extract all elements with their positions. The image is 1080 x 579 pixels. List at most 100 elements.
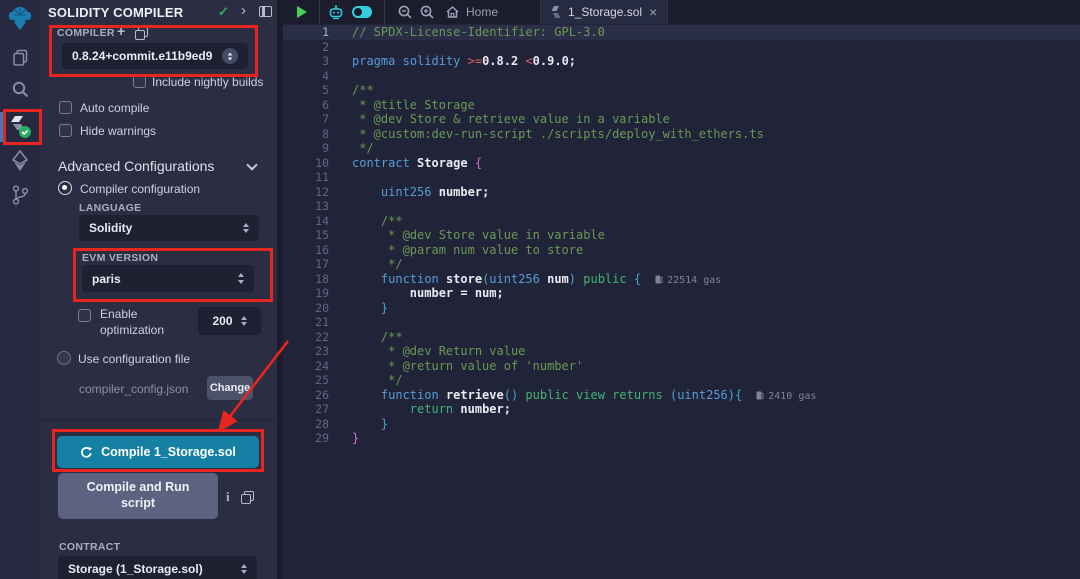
zoom-out-icon[interactable]: [397, 0, 413, 24]
select-stepper-icon: [222, 48, 238, 64]
optimization-runs-value: 200: [212, 314, 232, 328]
line-number: 14: [283, 214, 329, 229]
tab-1-storage-sol[interactable]: 1_Storage.sol ×: [541, 0, 667, 24]
code-line[interactable]: 14 /**: [283, 214, 1080, 229]
copy-script-icon[interactable]: [241, 491, 253, 503]
select-stepper-icon: [241, 564, 247, 575]
line-number: 7: [283, 112, 329, 127]
file-explorer-icon[interactable]: [0, 48, 40, 67]
code-line[interactable]: 9 */: [283, 141, 1080, 156]
hide-warnings-checkbox[interactable]: [59, 124, 72, 137]
evm-version-label: EVM VERSION: [82, 252, 158, 264]
code-line[interactable]: 12 uint256 number;: [283, 185, 1080, 200]
compile-and-run-button[interactable]: Compile and Run script: [58, 473, 218, 519]
panel-title: SOLIDITY COMPILER: [48, 5, 183, 20]
use-config-file-radio[interactable]: [57, 351, 71, 365]
code-line[interactable]: 4: [283, 69, 1080, 84]
change-config-button[interactable]: Change: [207, 376, 253, 400]
line-number: 1: [283, 25, 329, 40]
code-line[interactable]: 21: [283, 315, 1080, 330]
reload-compiler-icon[interactable]: [135, 27, 147, 39]
ai-copilot-robot-icon[interactable]: [328, 0, 344, 24]
auto-compile-label: Auto compile: [80, 101, 149, 115]
code-line[interactable]: 23 * @dev Return value: [283, 344, 1080, 359]
line-number: 15: [283, 228, 329, 243]
advanced-configurations-title[interactable]: Advanced Configurations: [58, 158, 214, 174]
hide-warnings-label: Hide warnings: [80, 124, 156, 138]
nightly-builds-label: Include nightly builds: [152, 75, 263, 89]
collapse-panel-icon[interactable]: ›: [241, 2, 246, 19]
chevron-down-icon[interactable]: [246, 159, 257, 170]
code-line[interactable]: 5/**: [283, 83, 1080, 98]
git-icon[interactable]: [0, 184, 40, 206]
enable-optimization-label: Enable optimization: [100, 306, 192, 338]
info-icon[interactable]: i: [226, 489, 230, 505]
code-line[interactable]: 25 */: [283, 373, 1080, 388]
solidity-file-icon: [551, 5, 561, 19]
remix-logo[interactable]: [0, 3, 40, 33]
language-select[interactable]: Solidity: [79, 215, 259, 241]
enable-optimization-checkbox[interactable]: [78, 309, 91, 322]
code-line[interactable]: 18 function store(uint256 num) public {2…: [283, 272, 1080, 287]
nightly-builds-checkbox[interactable]: [133, 75, 146, 88]
code-line[interactable]: 2: [283, 40, 1080, 55]
code-line[interactable]: 28 }: [283, 417, 1080, 432]
add-custom-compiler-icon[interactable]: +: [117, 23, 125, 39]
fuel-pump-icon: [756, 390, 764, 400]
tab-label: 1_Storage.sol: [568, 5, 642, 19]
evm-version-select[interactable]: paris: [82, 265, 254, 292]
line-number: 18: [283, 272, 329, 287]
code-line[interactable]: 17 */: [283, 257, 1080, 272]
line-number: 8: [283, 127, 329, 142]
compiler-configuration-label: Compiler configuration: [80, 182, 200, 196]
copilot-toggle[interactable]: [352, 6, 372, 18]
zoom-in-icon[interactable]: [419, 0, 435, 24]
optimization-runs-input[interactable]: 200: [198, 307, 261, 335]
compiler-version-select[interactable]: 0.8.24+commit.e11b9ed9: [62, 43, 248, 69]
pin-panel-icon[interactable]: [259, 6, 272, 17]
home-tab-label[interactable]: Home: [466, 5, 498, 19]
home-icon[interactable]: [445, 0, 460, 24]
code-line[interactable]: 16 * @param num value to store: [283, 243, 1080, 258]
code-editor[interactable]: 1// SPDX-License-Identifier: GPL-3.023pr…: [283, 24, 1080, 579]
code-line[interactable]: 20 }: [283, 301, 1080, 316]
solidity-compiler-panel: SOLIDITY COMPILER ✓ › COMPILER + 0.8.24+…: [40, 0, 280, 579]
code-line[interactable]: 19 number = num;: [283, 286, 1080, 301]
line-number: 6: [283, 98, 329, 113]
line-number: 20: [283, 301, 329, 316]
use-config-file-label: Use configuration file: [78, 352, 190, 366]
contract-section-label: CONTRACT: [59, 541, 120, 553]
code-line[interactable]: 15 * @dev Store value in variable: [283, 228, 1080, 243]
line-number: 28: [283, 417, 329, 432]
code-line[interactable]: 27 return number;: [283, 402, 1080, 417]
code-line[interactable]: 26 function retrieve() public view retur…: [283, 388, 1080, 403]
compiler-configuration-radio[interactable]: [58, 181, 72, 195]
solidity-compiler-icon[interactable]: [0, 112, 40, 140]
code-line[interactable]: 22 /**: [283, 330, 1080, 345]
section-divider: [40, 420, 277, 421]
contract-select[interactable]: Storage (1_Storage.sol): [58, 556, 257, 579]
code-line[interactable]: 10contract Storage {: [283, 156, 1080, 171]
close-tab-icon[interactable]: ×: [649, 4, 657, 20]
code-line[interactable]: 11: [283, 170, 1080, 185]
code-line[interactable]: 13: [283, 199, 1080, 214]
deploy-run-icon[interactable]: [0, 150, 40, 172]
compile-button[interactable]: Compile 1_Storage.sol: [57, 436, 259, 468]
line-number: 11: [283, 170, 329, 185]
code-line[interactable]: 3pragma solidity >=0.8.2 <0.9.0;: [283, 54, 1080, 69]
auto-compile-checkbox[interactable]: [59, 101, 72, 114]
code-line[interactable]: 7 * @dev Store & retrieve value in a var…: [283, 112, 1080, 127]
line-number: 26: [283, 388, 329, 403]
run-script-play-icon[interactable]: [297, 6, 307, 18]
line-number: 19: [283, 286, 329, 301]
code-line[interactable]: 1// SPDX-License-Identifier: GPL-3.0: [283, 25, 1080, 40]
code-line[interactable]: 24 * @return value of 'number': [283, 359, 1080, 374]
remix-ide-window: SOLIDITY COMPILER ✓ › COMPILER + 0.8.24+…: [0, 0, 1080, 579]
select-stepper-icon: [238, 273, 244, 284]
code-line[interactable]: 6 * @title Storage: [283, 98, 1080, 113]
line-number: 23: [283, 344, 329, 359]
code-line[interactable]: 29}: [283, 431, 1080, 446]
search-icon[interactable]: [0, 80, 40, 99]
code-line[interactable]: 8 * @custom:dev-run-script ./scripts/dep…: [283, 127, 1080, 142]
line-number: 25: [283, 373, 329, 388]
